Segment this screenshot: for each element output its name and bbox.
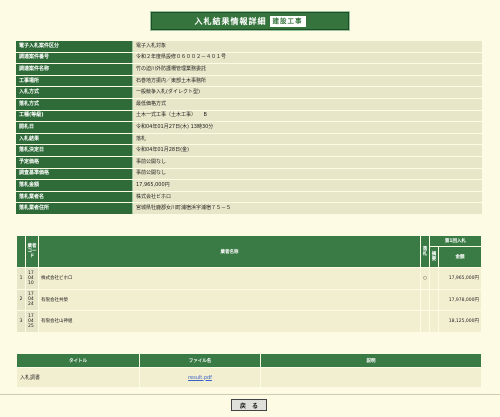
- info-row: 調達案件名称 竹の迫川外防護柵管理業務委託: [16, 63, 482, 76]
- info-value: 電子入札対象: [132, 41, 482, 53]
- info-value: 17,965,000円: [132, 179, 482, 192]
- info-value: 宮城県牡鹿郡女川町浦宿浜字浦宿７５－５: [132, 202, 482, 215]
- info-label: 予定価格: [16, 156, 133, 169]
- col-header-first-round: 第1回入札: [429, 235, 482, 247]
- info-value: 事前公開なし: [132, 156, 482, 169]
- row-number: 3: [16, 310, 26, 333]
- row-number: 1: [16, 267, 26, 290]
- info-value: 最低価格方式: [132, 98, 482, 111]
- table-row: 2 17 04 24 有限会社共榮 17,978,000円: [16, 288, 482, 311]
- info-row: 予定価格 事前公開なし: [16, 156, 482, 169]
- info-value: 土木一式工事（土木工事） B: [132, 110, 482, 123]
- info-row: 工種(等級) 土木一式工事（土木工事） B: [16, 110, 482, 123]
- footer-divider: [0, 394, 500, 395]
- col-header-note: 説明: [260, 353, 482, 368]
- vendor-code: 17 04 25: [25, 310, 39, 333]
- info-label: 入札方式: [16, 86, 133, 99]
- table-row: 1 17 04 10 株式会社ビホロ ○ 17,965,000円: [16, 267, 482, 290]
- info-label: 落札方式: [16, 98, 133, 111]
- table-row: 3 17 04 25 有限会社山神組 18,125,000円: [16, 310, 482, 333]
- info-row: 工事場所 石巻地方振内／東部土木事務所: [16, 75, 482, 88]
- row-number: 2: [16, 288, 26, 311]
- info-label: 調達案件名称: [16, 63, 133, 76]
- info-value: 令和２年度県設修０６００２－４０１号: [132, 52, 482, 65]
- col-header-amount: 金額: [438, 246, 482, 268]
- remarks-cell: [429, 310, 439, 333]
- info-value: 竹の迫川外防護柵管理業務委託: [132, 63, 482, 76]
- info-row: 調査基準価格 事前公開なし: [16, 168, 482, 181]
- award-mark: ○: [420, 267, 430, 290]
- doc-file-link[interactable]: result.pdf: [188, 375, 212, 381]
- page-title-text: 入札結果情報詳細: [194, 16, 267, 26]
- info-label: 調査基準価格: [16, 168, 133, 181]
- info-label: 落札業者住所: [16, 202, 133, 215]
- info-value: 石巻地方振内／東部土木事務所: [132, 75, 482, 88]
- col-header-title: タイトル: [16, 353, 140, 368]
- info-label: 開札日: [16, 121, 133, 134]
- info-row: 落札決定日 令和04年01月28日(金): [16, 144, 482, 157]
- info-row: 落札業者住所 宮城県牡鹿郡女川町浦宿浜字浦宿７５－５: [16, 202, 482, 215]
- vendor-name: 有限会社共榮: [38, 288, 421, 311]
- info-label: 工種(等級): [16, 110, 133, 123]
- info-label: 落札業者名: [16, 191, 133, 204]
- col-header-result: 落札: [420, 235, 430, 268]
- info-label: 工事場所: [16, 75, 133, 88]
- award-mark: [420, 310, 430, 333]
- page-title: 入札結果情報詳細 建設工事: [150, 11, 350, 31]
- doc-file-cell: result.pdf: [139, 367, 261, 388]
- doc-title: 入札調書: [16, 367, 140, 388]
- info-label: 入札結果: [16, 133, 133, 146]
- col-header-name: 業者名称: [38, 235, 421, 268]
- vendor-code: 17 04 24: [25, 288, 39, 311]
- info-row: 入札結果 落札: [16, 133, 482, 146]
- documents-table: タイトル ファイル名 説明 入札調書 result.pdf: [16, 353, 482, 388]
- bid-amount: 18,125,000円: [438, 310, 482, 333]
- doc-note: [260, 367, 482, 388]
- info-row: 開札日 令和04年01月27日(木) 13時30分: [16, 121, 482, 134]
- back-button[interactable]: 戻 る: [231, 399, 267, 411]
- table-row: 入札調書 result.pdf: [16, 367, 482, 388]
- result-info-table: 電子入札案件区分 電子入札対象 調達案件番号 令和２年度県設修０６００２－４０１号 調達…: [16, 41, 482, 215]
- info-value: 株式会社ビホロ: [132, 191, 482, 204]
- info-value: 令和04年01月28日(金): [132, 144, 482, 157]
- vendor-name: 有限会社山神組: [38, 310, 421, 333]
- info-row: 落札方式 最低価格方式: [16, 98, 482, 111]
- info-label: 調達案件番号: [16, 52, 133, 65]
- info-label: 落札金額: [16, 179, 133, 192]
- info-value: 令和04年01月27日(木) 13時30分: [132, 121, 482, 134]
- vendor-name: 株式会社ビホロ: [38, 267, 421, 290]
- title-tag: 建設工事: [269, 15, 306, 27]
- bid-amount: 17,978,000円: [438, 288, 482, 311]
- info-row: 落札業者名 株式会社ビホロ: [16, 191, 482, 204]
- col-header-num: [16, 235, 26, 268]
- info-row: 入札方式 一般競争入札(ダイレクト型): [16, 86, 482, 99]
- vendor-code: 17 04 10: [25, 267, 39, 290]
- bid-amount: 17,965,000円: [438, 267, 482, 290]
- info-row: 落札金額 17,965,000円: [16, 179, 482, 192]
- info-label: 落札決定日: [16, 144, 133, 157]
- info-value: 事前公開なし: [132, 168, 482, 181]
- award-mark: [420, 288, 430, 311]
- col-header-file: ファイル名: [139, 353, 261, 368]
- info-value: 一般競争入札(ダイレクト型): [132, 86, 482, 99]
- bids-table: 業者コード 業者名称 落札 第1回入札 摘要 金額 1 17 04 10 株式会社ビ…: [16, 235, 482, 333]
- col-header-code: 業者コード: [25, 235, 39, 268]
- remarks-cell: [429, 267, 439, 290]
- info-value: 落札: [132, 133, 482, 146]
- info-label: 電子入札案件区分: [16, 41, 133, 53]
- info-row: 調達案件番号 令和２年度県設修０６００２－４０１号: [16, 52, 482, 65]
- remarks-cell: [429, 288, 439, 311]
- info-row: 電子入札案件区分 電子入札対象: [16, 41, 482, 53]
- col-header-remarks: 摘要: [429, 246, 439, 268]
